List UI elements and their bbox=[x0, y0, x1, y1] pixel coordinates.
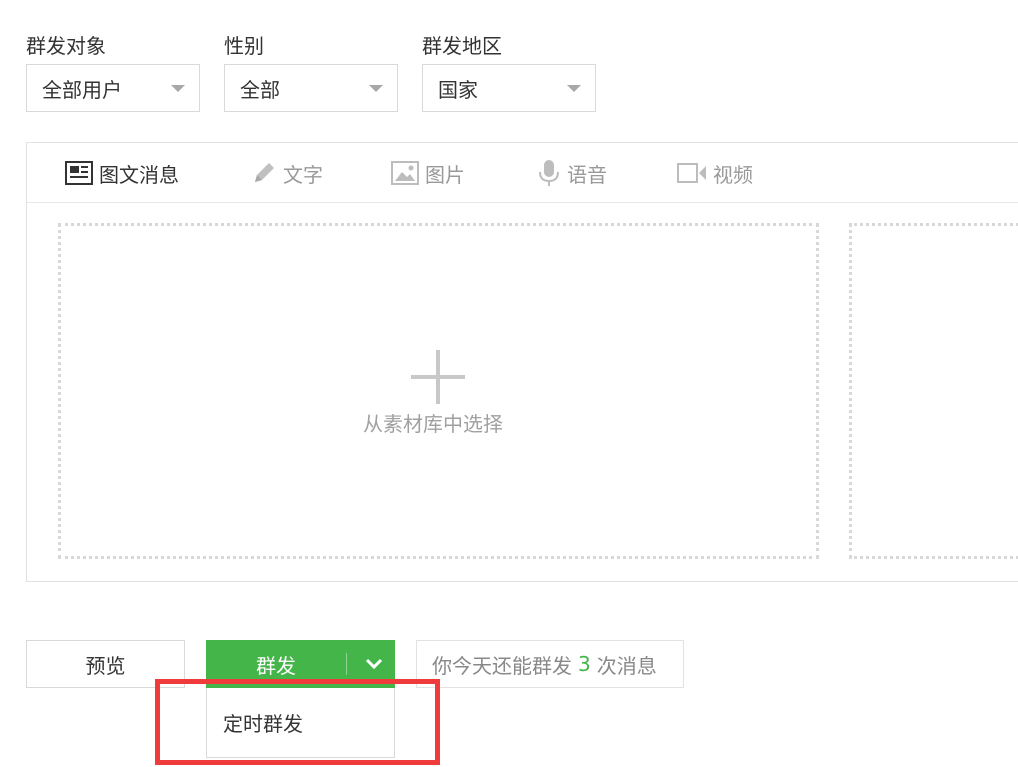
tab-voice[interactable]: 语音 bbox=[537, 143, 607, 203]
caret-down-icon bbox=[171, 85, 185, 92]
region-select-value: 国家 bbox=[438, 77, 478, 102]
gender-select-value: 全部 bbox=[240, 77, 280, 102]
quota-prefix: 你今天还能群发 bbox=[432, 653, 572, 678]
plus-icon-vertical bbox=[436, 350, 440, 404]
image-icon bbox=[391, 161, 419, 185]
gender-label: 性别 bbox=[224, 34, 264, 58]
target-label: 群发对象 bbox=[26, 34, 106, 58]
microphone-icon bbox=[539, 160, 559, 186]
message-editor: 图文消息 文字 图片 语音 视频 从素材库中选择 bbox=[26, 142, 1018, 582]
tab-video-label: 视频 bbox=[713, 162, 753, 187]
caret-down-icon bbox=[369, 85, 383, 92]
message-type-tabs: 图文消息 文字 图片 语音 视频 bbox=[27, 143, 1018, 203]
tab-news-label: 图文消息 bbox=[99, 162, 179, 187]
caret-down-icon bbox=[567, 85, 581, 92]
tab-image[interactable]: 图片 bbox=[391, 143, 465, 203]
highlight-box bbox=[155, 679, 440, 765]
quota-count: 3 bbox=[578, 652, 591, 676]
tab-image-label: 图片 bbox=[425, 162, 465, 187]
region-select[interactable]: 国家 bbox=[422, 64, 596, 112]
chevron-down-icon bbox=[365, 658, 382, 670]
library-dropzone[interactable]: 从素材库中选择 bbox=[58, 223, 819, 559]
tab-news[interactable]: 图文消息 bbox=[65, 143, 179, 203]
secondary-dropzone[interactable] bbox=[849, 223, 1018, 559]
select-from-library-label: 从素材库中选择 bbox=[363, 412, 503, 436]
pencil-icon bbox=[255, 163, 274, 182]
send-divider bbox=[346, 653, 347, 675]
quota-notice: 你今天还能群发 3 次消息 bbox=[416, 640, 684, 688]
region-label: 群发地区 bbox=[422, 34, 502, 58]
tab-video[interactable]: 视频 bbox=[677, 143, 753, 203]
news-icon bbox=[65, 161, 93, 185]
tab-voice-label: 语音 bbox=[567, 162, 607, 187]
tab-text-label: 文字 bbox=[283, 162, 323, 187]
tab-text[interactable]: 文字 bbox=[251, 143, 323, 203]
target-select-value: 全部用户 bbox=[42, 77, 122, 102]
quota-suffix: 次消息 bbox=[596, 653, 657, 678]
video-icon bbox=[677, 163, 706, 183]
target-select[interactable]: 全部用户 bbox=[26, 64, 200, 112]
gender-select[interactable]: 全部 bbox=[224, 64, 398, 112]
